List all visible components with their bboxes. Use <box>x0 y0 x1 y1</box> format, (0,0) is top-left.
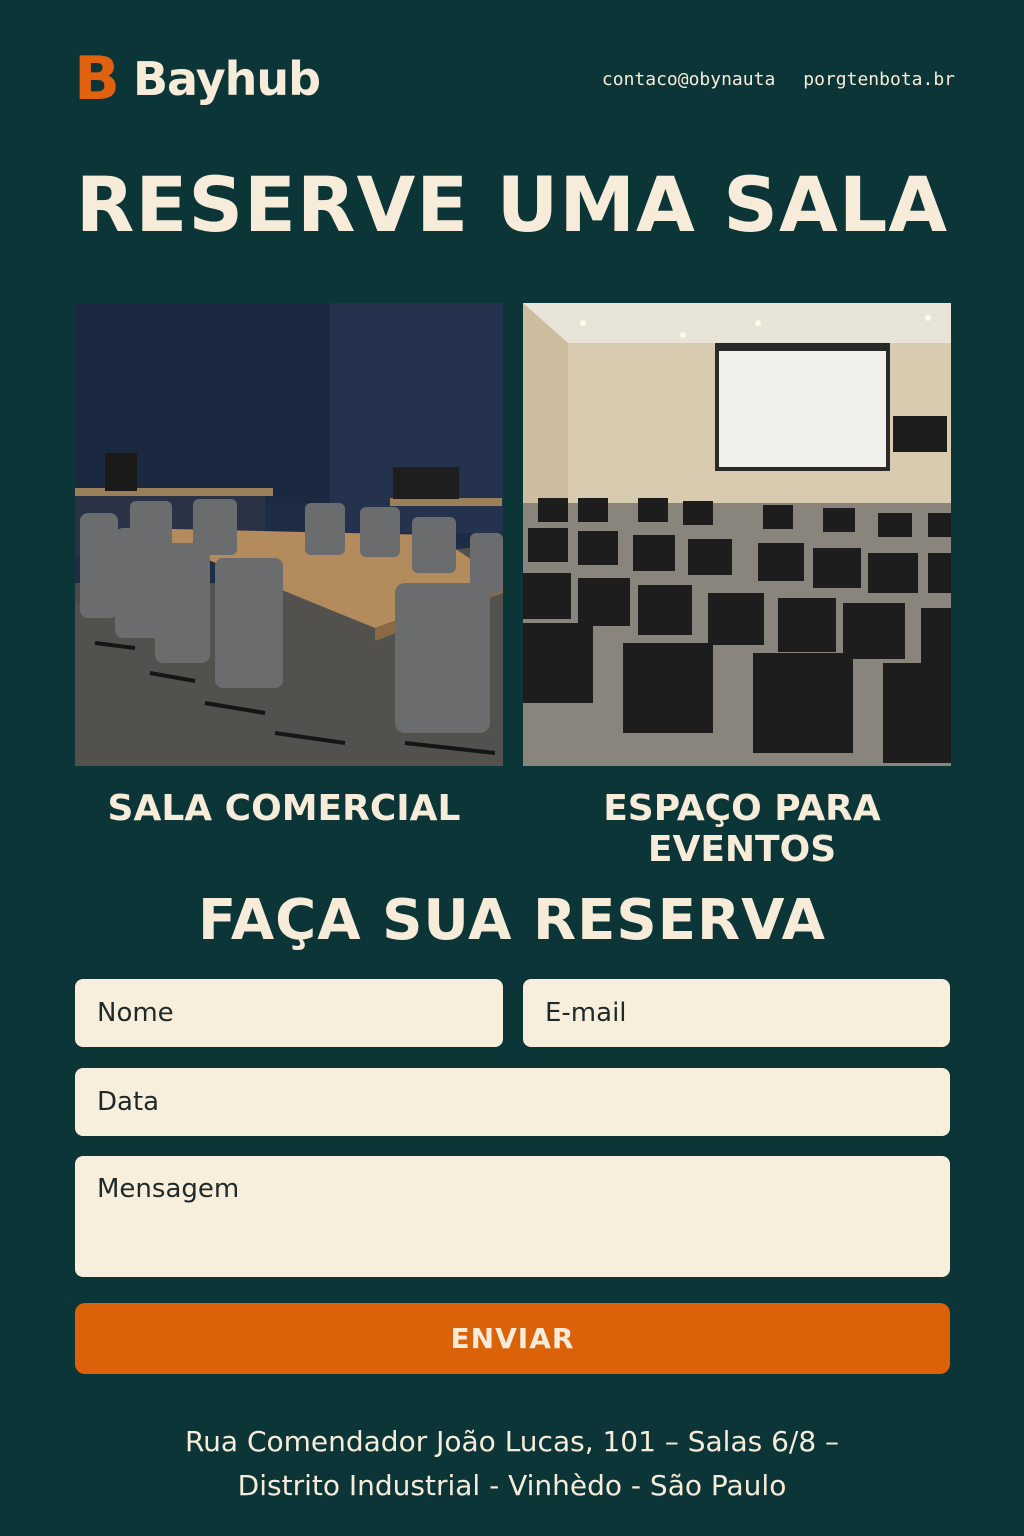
hero-title: RESERVE UMA SALA <box>75 160 949 249</box>
submit-button[interactable]: ENVIAR <box>75 1303 950 1374</box>
logo-icon: B <box>74 44 120 114</box>
room-label-sala-comercial: SALA COMERCIAL <box>107 788 461 829</box>
name-field[interactable] <box>75 979 503 1047</box>
date-field[interactable] <box>75 1068 950 1136</box>
message-field[interactable] <box>75 1156 950 1277</box>
header: B Bayhub contaco@obynauta porgtenbota.br <box>74 44 955 114</box>
brand-name: Bayhub <box>133 52 321 106</box>
email-field[interactable] <box>523 979 950 1047</box>
form-title: FAÇA SUA RESERVA <box>198 888 826 953</box>
conference-room-photo <box>75 303 503 766</box>
contact-website-link[interactable]: porgtenbota.br <box>803 69 955 90</box>
footer-address: Rua Comendador João Lucas, 101 – Salas 6… <box>0 1420 1024 1508</box>
event-hall-photo <box>523 303 951 766</box>
room-label-espaco-eventos: ESPAÇO PARA EVENTOS <box>603 788 881 870</box>
contact-email-link[interactable]: contaco@obynauta <box>602 69 775 90</box>
brand[interactable]: B Bayhub <box>74 44 321 114</box>
address-line-2: Distrito Industrial - Vinhèdo - São Paul… <box>237 1469 787 1502</box>
contact-links: contaco@obynauta porgtenbota.br <box>602 69 955 90</box>
address-line-1: Rua Comendador João Lucas, 101 – Salas 6… <box>184 1425 840 1458</box>
